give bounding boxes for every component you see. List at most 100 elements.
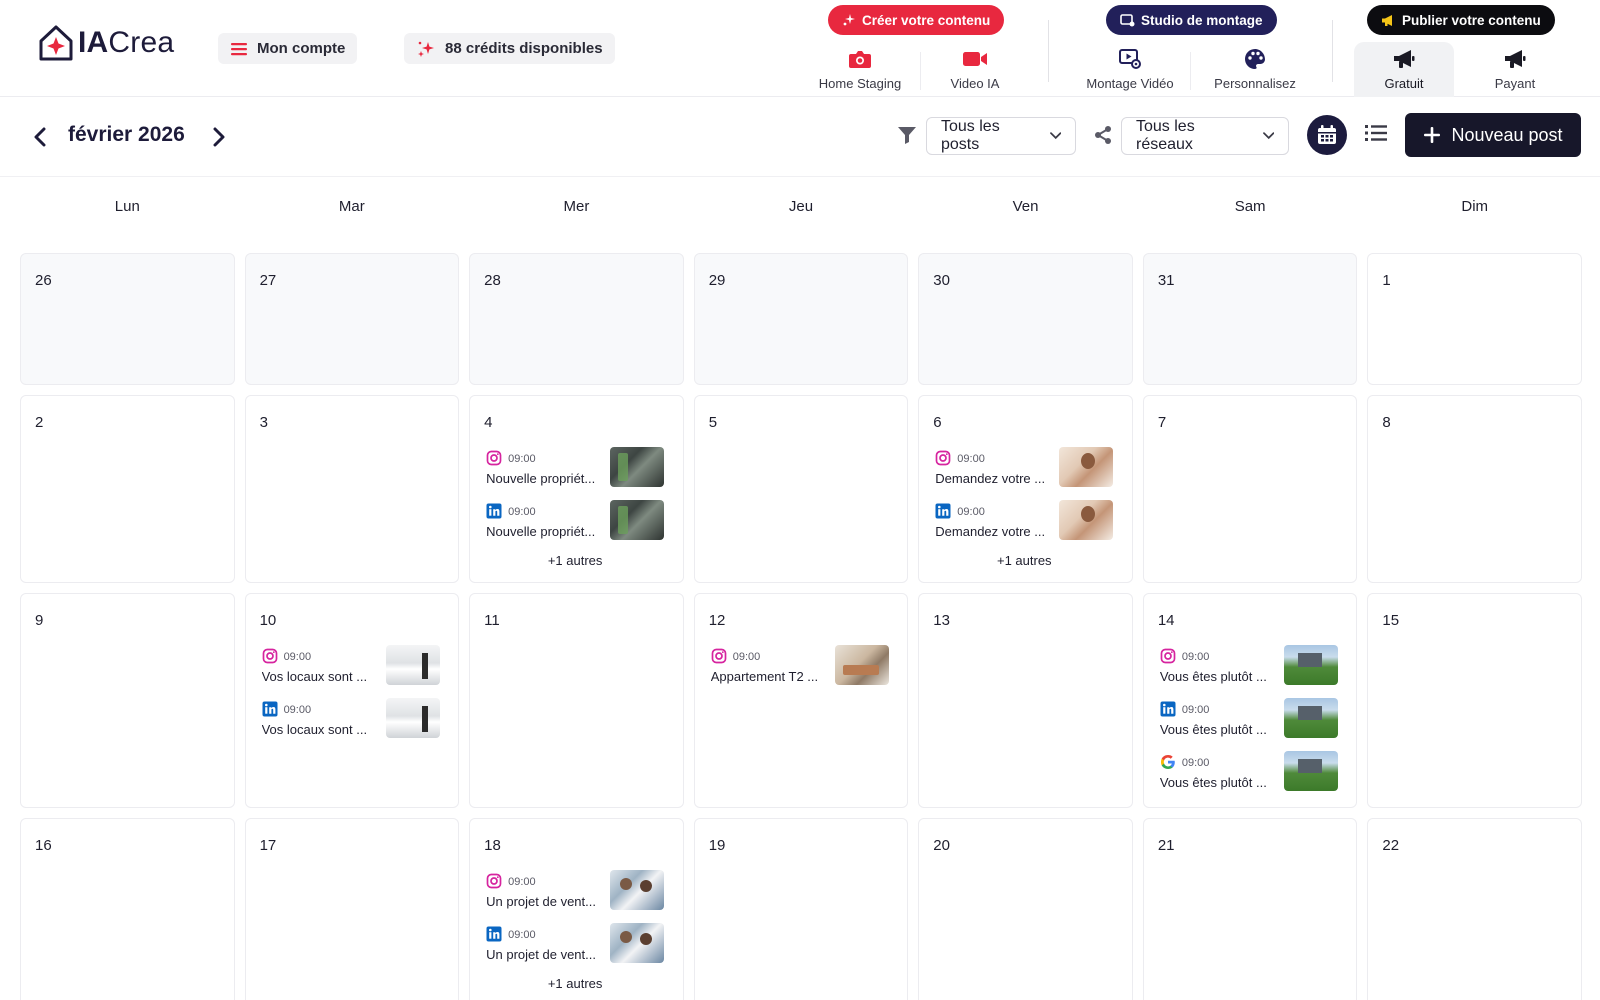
credits-label: 88 crédits disponibles (445, 40, 603, 57)
publish-content-button[interactable]: Publier votre contenu (1367, 5, 1555, 35)
day-cell[interactable]: 6 09:00 Demandez votre ... 09:00 Demandez vo… (918, 395, 1133, 583)
day-cell[interactable]: 20 (918, 818, 1133, 1000)
day-cell[interactable]: 26 (20, 253, 235, 385)
instagram-icon (262, 648, 278, 664)
day-number: 27 (259, 272, 277, 289)
google-icon (1160, 754, 1176, 770)
megaphone-icon (1505, 50, 1526, 68)
networks-filter-select[interactable]: Tous les réseaux (1121, 117, 1289, 155)
linkedin-icon (486, 926, 502, 942)
plus-icon (1424, 127, 1441, 143)
day-cell[interactable]: 30 (918, 253, 1133, 385)
post-card[interactable]: 09:00 Vous êtes plutôt ... (1158, 751, 1340, 793)
day-cell[interactable]: 31 (1142, 253, 1358, 385)
posts-filter-value: Tous les posts (941, 118, 1000, 153)
post-thumbnail (1059, 447, 1114, 487)
day-cell[interactable]: 15 (1367, 593, 1582, 808)
list-icon (1365, 125, 1387, 141)
day-cell[interactable]: 12 09:00 Appartement T2 ... (693, 593, 909, 808)
post-card[interactable]: 09:00 Un projet de vent... (484, 870, 666, 912)
sparkle-icon (418, 41, 434, 57)
day-cell[interactable]: 27 (244, 253, 460, 385)
post-time: 09:00 (283, 651, 312, 663)
day-cell[interactable]: 18 09:00 Un projet de vent... 09:00 Un proje… (469, 818, 684, 1000)
brand-logo[interactable]: IACrea (38, 24, 174, 62)
weekday-header: Lun Mar Mer Jeu Ven Sam Dim (20, 198, 1582, 215)
nav-payant[interactable]: Payant (1470, 42, 1560, 97)
post-card[interactable]: 09:00 Vous êtes plutôt ... (1158, 698, 1340, 740)
more-posts-link[interactable]: +1 autres (933, 553, 1115, 568)
day-number: 12 (708, 612, 726, 629)
more-posts-link[interactable]: +1 autres (484, 976, 666, 991)
camera-icon (849, 51, 871, 68)
megaphone-icon (1394, 50, 1415, 68)
create-content-button[interactable]: Créer votre contenu (828, 5, 1005, 35)
nav-personnalisez[interactable]: Personnalisez (1200, 42, 1310, 97)
post-thumbnail (610, 447, 665, 487)
day-cell[interactable]: 17 (244, 818, 460, 1000)
day-cell[interactable]: 22 (1367, 818, 1582, 1000)
account-menu-button[interactable]: Mon compte (218, 33, 358, 64)
day-cell[interactable]: 2 (20, 395, 235, 583)
day-number: 20 (933, 837, 950, 854)
post-title: Demandez votre ... (935, 471, 1046, 486)
next-month-button[interactable] (207, 125, 231, 149)
studio-montage-button[interactable]: Studio de montage (1106, 5, 1277, 35)
calendar-view-button[interactable] (1307, 115, 1347, 155)
post-thumbnail (1283, 698, 1338, 738)
day-cell[interactable]: 4 09:00 Nouvelle propriét... 09:00 Nouvelle … (469, 395, 684, 583)
post-time: 09:00 (957, 506, 985, 518)
more-posts-link[interactable]: +1 autres (484, 553, 666, 568)
menu-icon (231, 42, 247, 55)
weekday-label: Dim (1461, 198, 1489, 215)
instagram-icon (486, 873, 502, 889)
post-card[interactable]: 09:00 Vos locaux sont ... (260, 645, 442, 687)
day-cell[interactable]: 7 (1142, 395, 1358, 583)
post-thumbnail (610, 870, 665, 910)
day-number: 3 (259, 414, 268, 431)
day-cell[interactable]: 1 (1367, 253, 1582, 385)
day-cell[interactable]: 10 09:00 Vos locaux sont ... 09:00 Vos locau… (244, 593, 460, 808)
post-thumbnail (610, 500, 665, 540)
post-title: Vos locaux sont ... (261, 722, 368, 737)
day-cell[interactable]: 28 (469, 253, 684, 385)
posts-filter-select[interactable]: Tous les posts (926, 117, 1076, 155)
day-cell[interactable]: 14 09:00 Vous êtes plutôt ... 09:00 Vous ête… (1142, 593, 1358, 808)
nav-montage-video[interactable]: Montage Vidéo (1080, 42, 1180, 97)
day-cell[interactable]: 13 (918, 593, 1133, 808)
current-month-label: février 2026 (68, 123, 185, 146)
day-cell[interactable]: 21 (1142, 818, 1358, 1000)
nav-video-ia[interactable]: Video IA (930, 42, 1020, 97)
post-card[interactable]: 09:00 Vos locaux sont ... (260, 698, 442, 740)
post-card[interactable]: 09:00 Nouvelle propriét... (484, 447, 666, 489)
day-cell[interactable]: 19 (693, 818, 909, 1000)
post-card[interactable]: 09:00 Demandez votre ... (933, 447, 1115, 489)
post-card[interactable]: 09:00 Demandez votre ... (933, 500, 1115, 542)
day-cell[interactable]: 29 (693, 253, 909, 385)
day-cell[interactable]: 11 (469, 593, 684, 808)
day-cell[interactable]: 5 (693, 395, 909, 583)
post-title: Vos locaux sont ... (261, 669, 368, 684)
post-card[interactable]: 09:00 Vous êtes plutôt ... (1158, 645, 1340, 687)
day-cell[interactable]: 9 (20, 593, 235, 808)
nav-home-staging[interactable]: Home Staging (805, 42, 915, 97)
post-card[interactable]: 09:00 Appartement T2 ... (709, 645, 891, 687)
post-time: 09:00 (508, 929, 536, 941)
credits-badge[interactable]: 88 crédits disponibles (404, 33, 615, 64)
weekday-label: Sam (1234, 198, 1266, 215)
post-time: 09:00 (1181, 651, 1210, 663)
nav-gratuit[interactable]: Gratuit (1354, 42, 1454, 97)
day-number: 5 (708, 414, 718, 431)
day-cell[interactable]: 8 (1367, 395, 1582, 583)
post-time: 09:00 (508, 876, 536, 888)
day-cell[interactable]: 3 (244, 395, 460, 583)
new-post-button[interactable]: Nouveau post (1405, 113, 1581, 157)
post-list: 09:00 Appartement T2 ... (709, 645, 898, 687)
list-view-button[interactable] (1364, 123, 1388, 148)
day-cell[interactable]: 16 (20, 818, 235, 1000)
post-card[interactable]: 09:00 Nouvelle propriét... (484, 500, 666, 542)
previous-month-button[interactable] (28, 125, 52, 149)
post-card[interactable]: 09:00 Un projet de vent... (484, 923, 666, 965)
post-time: 09:00 (732, 651, 761, 663)
post-title: Appartement T2 ... (710, 669, 819, 684)
